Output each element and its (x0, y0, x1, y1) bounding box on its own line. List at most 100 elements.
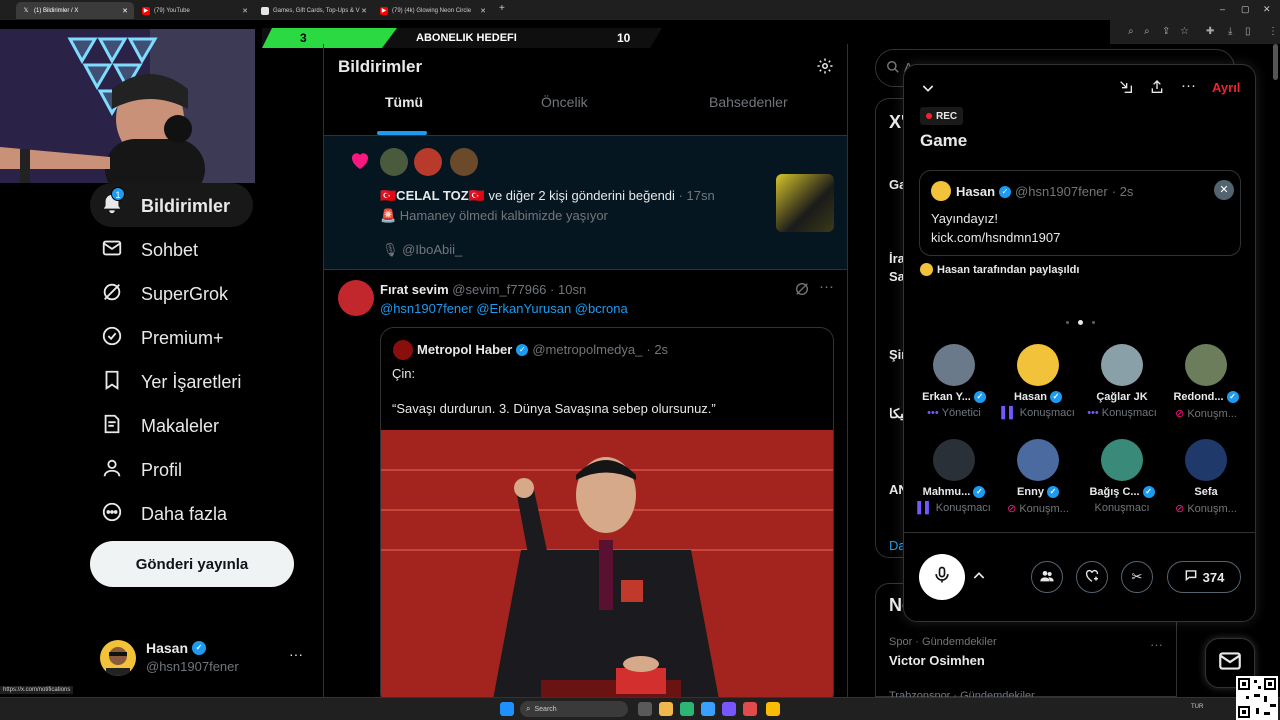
collapse-chevron-icon[interactable] (920, 80, 936, 101)
store-icon[interactable] (701, 702, 715, 716)
carousel-dot[interactable] (1078, 320, 1083, 325)
liked-post-thumbnail[interactable] (776, 174, 834, 232)
grok-icon[interactable] (794, 281, 810, 302)
avatar[interactable] (380, 148, 408, 176)
minimize-dock-icon[interactable] (1118, 79, 1134, 100)
account-switcher[interactable]: Hasan ✓ @hsn1907fener ··· (90, 634, 310, 680)
trend-title[interactable]: Victor Osimhen (889, 653, 985, 668)
speaker-tile[interactable]: Mahmu... ✓ ▌▌ Konuşmacı (916, 439, 992, 514)
leave-button[interactable]: Ayrıl (1212, 80, 1240, 95)
sidebar-item-bookmarks[interactable]: Yer İşaretleri (101, 369, 241, 396)
sidebar-item-chat[interactable]: Sohbet (101, 237, 198, 264)
edge-icon[interactable] (680, 702, 694, 716)
mic-button[interactable] (919, 554, 965, 600)
speaker-tile[interactable]: Enny ✓ ⊘ Konuşm... (1000, 439, 1076, 515)
verified-badge-icon: ✓ (1050, 391, 1063, 403)
tab-close-icon[interactable]: ✕ (480, 7, 486, 15)
sidebar-item-profile[interactable]: Profil (101, 457, 182, 484)
pinned-post-link[interactable]: kick.com/hsndmn1907 (931, 230, 1060, 245)
remove-pinned-icon[interactable]: ✕ (1214, 180, 1234, 200)
settings-gear-icon[interactable] (816, 57, 834, 80)
tab-close-icon[interactable]: ✕ (122, 7, 128, 15)
sidebar-item-supergrok[interactable]: SuperGrok (101, 281, 228, 308)
tab-mentions[interactable]: Bahsedenler (709, 94, 788, 110)
search-icon[interactable]: ⌕ (1144, 26, 1150, 37)
webcam-image (0, 29, 255, 183)
browser-tab-x[interactable]: 𝕏 (1) Bildirimler / X ✕ (16, 2, 134, 19)
post-author-name[interactable]: Fırat sevim (380, 282, 449, 297)
browser-tab-neon[interactable]: ▶ (79) (4k) Glowing Neon Circle ✕ (374, 2, 492, 19)
verified-badge-icon: ✓ (1226, 391, 1239, 403)
sidebar-item-premium[interactable]: Premium+ (101, 325, 224, 352)
zoom-icon[interactable]: ⌕ (1128, 26, 1134, 37)
tab-close-icon[interactable]: ✕ (361, 7, 367, 15)
more-icon[interactable]: ··· (1150, 637, 1163, 652)
speaker-role: ••• Yönetici (927, 407, 981, 419)
speaker-tile[interactable]: Hasan ✓ ▌▌ Konuşmacı (1000, 344, 1076, 419)
post-time[interactable]: · 10sn (550, 282, 586, 297)
tab-close-icon[interactable]: ✕ (242, 7, 248, 15)
quoted-post-image[interactable] (381, 430, 833, 706)
more-icon[interactable]: ··· (819, 278, 834, 295)
post-author-handle[interactable]: @sevim_f77966 (452, 282, 546, 297)
chrome-icon[interactable] (766, 702, 780, 716)
more-icon[interactable]: ··· (1181, 77, 1196, 94)
sidebar-item-label: Bildirimler (141, 196, 231, 216)
avatar[interactable] (338, 280, 374, 316)
sidebar-item-articles[interactable]: Makaleler (101, 413, 219, 440)
more-icon[interactable]: ··· (289, 646, 303, 662)
language-indicator[interactable]: TUR (1191, 704, 1203, 710)
sidepanel-icon[interactable]: ▯ (1245, 26, 1251, 37)
close-window-icon[interactable]: ✕ (1263, 4, 1271, 15)
youtube-icon: ▶ (142, 6, 150, 15)
people-button[interactable] (1031, 561, 1063, 593)
carousel-dots[interactable] (1066, 320, 1095, 325)
maximize-icon[interactable]: ▢ (1241, 4, 1250, 15)
tab-priority[interactable]: Öncelik (541, 94, 588, 110)
comment-icon (1184, 568, 1198, 587)
taskbar-search[interactable]: ⌕ Search (520, 701, 628, 717)
star-icon[interactable]: ☆ (1180, 26, 1189, 37)
notification-badge: 1 (111, 187, 125, 201)
discord-icon[interactable] (722, 702, 736, 716)
scrollbar-thumb[interactable] (1273, 44, 1278, 80)
post-mentions[interactable]: @hsn1907fener @ErkanYurusan @bcrona (380, 301, 628, 316)
tab-all[interactable]: Tümü (385, 94, 423, 110)
carousel-dot[interactable] (1092, 321, 1095, 324)
react-button[interactable] (1076, 561, 1108, 593)
sidebar-item-notifications[interactable]: 1 Bildirimler (101, 187, 231, 220)
clip-button[interactable]: ✂ (1121, 561, 1153, 593)
comment-count: 374 (1202, 569, 1225, 585)
carousel-dot[interactable] (1066, 321, 1069, 324)
windows-start-icon[interactable] (500, 702, 514, 716)
browser-tab-youtube[interactable]: ▶ (79) YouTube ✕ (136, 2, 254, 19)
avatar[interactable] (414, 148, 442, 176)
like-notification[interactable]: 🇹🇷CELAL TOZ🇹🇷 ve diğer 2 kişi gönderini … (324, 136, 847, 269)
speaker-tile[interactable]: Bağış C... ✓ Konuşmacı (1084, 439, 1160, 514)
share-icon[interactable]: ⇪ (1162, 26, 1170, 37)
trend-item[interactable]: دانیکا (889, 406, 903, 422)
menu-icon[interactable]: ⋮ (1268, 26, 1278, 37)
speaker-tile[interactable]: Çağlar JK ••• Konuşmacı (1084, 344, 1160, 419)
sidebar-item-more[interactable]: Daha fazla (101, 501, 227, 528)
share-icon[interactable] (1149, 79, 1165, 100)
minimize-icon[interactable]: – (1220, 4, 1225, 14)
comments-button[interactable]: 374 (1167, 561, 1241, 593)
file-explorer-icon[interactable] (659, 702, 673, 716)
quoted-post[interactable]: Metropol Haber ✓ @metropolmedya_ · 2s Çi… (380, 327, 834, 707)
extensions-icon[interactable]: ✚ (1206, 26, 1214, 37)
speaker-tile[interactable]: Erkan Y... ✓ ••• Yönetici (916, 344, 992, 419)
pinned-post[interactable]: Hasan ✓ @hsn1907fener · 2s ✕ Yayındayız!… (919, 170, 1241, 256)
post-item[interactable]: Fırat sevim @sevim_f77966 · 10sn ··· @hs… (324, 270, 847, 707)
new-tab-button[interactable]: + (499, 3, 505, 14)
post-button[interactable]: Gönderi yayınla (90, 541, 294, 587)
divider (904, 532, 1255, 533)
avatar[interactable] (450, 148, 478, 176)
browser-tab-games[interactable]: Games, Gift Cards, Top-Ups & V ✕ (255, 2, 373, 19)
task-view-icon[interactable] (638, 702, 652, 716)
chevron-up-icon[interactable] (971, 568, 987, 589)
download-icon[interactable]: ⤓ (1228, 26, 1232, 37)
app-icon[interactable] (743, 702, 757, 716)
speaker-tile[interactable]: Sefa ⊘ Konuşm... (1168, 439, 1244, 515)
speaker-tile[interactable]: Redond... ✓ ⊘ Konuşm... (1168, 344, 1244, 420)
